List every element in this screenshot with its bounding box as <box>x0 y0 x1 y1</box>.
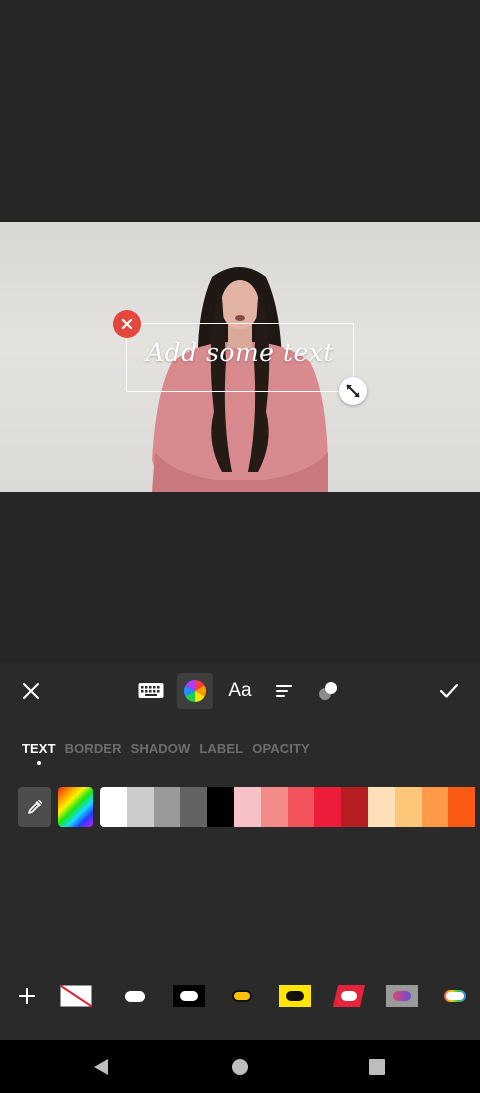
cancel-button[interactable] <box>13 673 49 709</box>
home-circle-icon <box>232 1059 248 1075</box>
tab-label[interactable]: LABEL <box>199 741 243 761</box>
video-preview[interactable]: Add some text <box>0 222 480 492</box>
tab-shadow[interactable]: SHADOW <box>131 741 191 761</box>
color-swatch[interactable] <box>367 787 395 827</box>
color-wheel-icon <box>184 680 206 702</box>
nav-home-button[interactable] <box>229 1056 251 1078</box>
system-nav-bar <box>0 1040 480 1093</box>
nav-recents-button[interactable] <box>366 1056 388 1078</box>
keyboard-button[interactable] <box>133 673 169 709</box>
style-button[interactable] <box>310 673 346 709</box>
tab-opacity[interactable]: OPACITY <box>252 741 310 761</box>
custom-color-button[interactable] <box>58 787 93 827</box>
eyedropper-button[interactable] <box>18 787 51 827</box>
font-button[interactable]: Aa <box>222 673 258 709</box>
keyboard-icon <box>138 683 164 698</box>
resize-arrows-icon <box>346 384 360 398</box>
nav-back-button[interactable] <box>90 1056 112 1078</box>
back-triangle-icon <box>94 1059 108 1075</box>
add-label-button[interactable] <box>14 983 40 1009</box>
label-style-none[interactable] <box>59 983 92 1009</box>
color-swatch[interactable] <box>314 787 342 827</box>
color-swatch[interactable] <box>421 787 449 827</box>
color-swatch[interactable] <box>394 787 422 827</box>
overlay-text[interactable]: Add some text <box>127 338 353 367</box>
label-style-white-pill[interactable] <box>120 983 150 1009</box>
check-icon <box>439 683 459 698</box>
label-style-red-parallelogram[interactable] <box>333 983 365 1009</box>
delete-overlay-button[interactable] <box>113 310 141 338</box>
color-swatch[interactable] <box>153 787 181 827</box>
font-label: Aa <box>228 680 252 701</box>
video-text-editor: Add some text Aa TEXT BORDER SHADOW LABE… <box>0 0 480 1093</box>
close-icon <box>23 683 39 699</box>
resize-overlay-button[interactable] <box>339 377 367 405</box>
align-button[interactable] <box>266 673 302 709</box>
align-left-icon <box>276 685 292 697</box>
label-style-gray-gradient[interactable] <box>386 983 418 1009</box>
color-swatch[interactable] <box>341 787 368 827</box>
color-swatch[interactable] <box>260 787 288 827</box>
yellow-pill-icon <box>232 990 252 1002</box>
plus-icon <box>19 988 35 1004</box>
color-swatch[interactable] <box>100 787 127 827</box>
tab-border[interactable]: BORDER <box>65 741 122 761</box>
color-swatch[interactable] <box>180 787 208 827</box>
color-swatch[interactable] <box>126 787 154 827</box>
text-overlay-box[interactable]: Add some text <box>126 323 354 392</box>
eyedropper-icon <box>27 800 42 814</box>
color-swatch[interactable] <box>287 787 315 827</box>
rainbow-pill-icon <box>444 990 466 1002</box>
label-style-rainbow-pill[interactable] <box>443 983 467 1009</box>
close-icon <box>121 318 133 330</box>
red-parallelogram-icon <box>333 985 365 1007</box>
color-button[interactable] <box>177 673 213 709</box>
label-style-yellow-pill[interactable] <box>230 983 254 1009</box>
label-style-yellow-box[interactable] <box>279 983 311 1009</box>
recents-square-icon <box>369 1059 385 1075</box>
label-style-black-box[interactable] <box>173 983 205 1009</box>
editor-toolbar: Aa <box>0 663 480 720</box>
color-swatch[interactable] <box>233 787 261 827</box>
color-swatch[interactable] <box>207 787 234 827</box>
no-label-icon <box>59 985 92 1007</box>
yellow-box-icon <box>279 985 311 1007</box>
black-box-pill-icon <box>173 985 205 1007</box>
color-swatches <box>100 787 476 827</box>
active-tab-indicator <box>37 761 41 765</box>
style-toggle-icon <box>319 682 337 700</box>
label-style-row <box>0 978 480 1014</box>
tab-text[interactable]: TEXT <box>22 741 56 761</box>
confirm-button[interactable] <box>431 673 467 709</box>
text-style-panel: Aa TEXT BORDER SHADOW LABEL OPACITY <box>0 663 480 1040</box>
color-swatch[interactable] <box>448 787 476 827</box>
gray-gradient-box-icon <box>386 985 418 1007</box>
white-pill-icon <box>125 990 145 1002</box>
color-palette <box>0 787 480 827</box>
style-tabs: TEXT BORDER SHADOW LABEL OPACITY <box>22 741 310 761</box>
